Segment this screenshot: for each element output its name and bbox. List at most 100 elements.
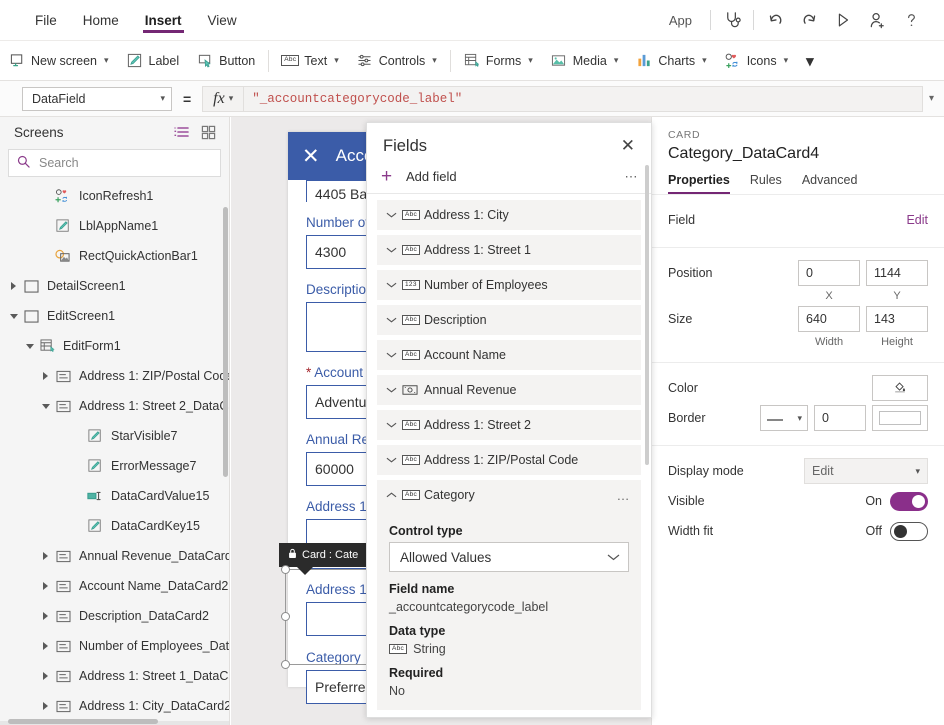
tree-node[interactable]: Address 1: Street 2_DataCar [0,391,229,421]
menu-item-home[interactable]: Home [70,0,132,41]
visible-toggle[interactable] [890,492,928,511]
ribbon-overflow-button[interactable]: ▾ [797,46,823,76]
label-button[interactable]: Label [118,46,189,76]
help-icon[interactable] [894,3,928,37]
field-list-item[interactable]: AbcAccount Name [377,340,641,370]
chevron-right-icon[interactable] [38,672,53,680]
chevron-down-icon[interactable] [386,456,402,464]
tree-horizontal-scrollbar[interactable] [8,719,158,724]
tree-node[interactable]: StarVisible7 [0,421,229,451]
thumbnail-view-icon[interactable] [197,121,219,143]
chevron-down-icon[interactable] [22,344,37,349]
formula-expand-icon[interactable]: ▾ [923,93,944,104]
chevron-down-icon[interactable] [386,421,402,429]
tree-node[interactable]: DetailScreen1 [0,271,229,301]
border-color-button[interactable] [872,405,928,431]
app-menu-button[interactable]: App [655,13,706,28]
field-list-item[interactable]: AbcAddress 1: Street 1 [377,235,641,265]
fields-panel-scrollbar[interactable] [645,165,649,465]
chevron-right-icon[interactable] [38,582,53,590]
stethoscope-icon[interactable] [715,3,749,37]
resize-handle-top-left[interactable] [281,565,290,574]
tree-node[interactable]: Address 1: ZIP/Postal Code_ [0,361,229,391]
tree-node[interactable]: Address 1: City_DataCard2 [0,691,229,721]
tree-node[interactable]: Account Name_DataCard2 [0,571,229,601]
close-icon[interactable]: ✕ [617,136,639,156]
new-screen-button[interactable]: New screen ▾ [0,46,118,76]
chevron-down-icon[interactable] [386,246,402,254]
size-width-input[interactable]: 640 [798,306,860,332]
field-list-item[interactable]: AbcAddress 1: Street 2 [377,410,641,440]
menu-item-view[interactable]: View [195,0,250,41]
color-picker-button[interactable] [872,375,928,401]
tree-node[interactable]: LblAppName1 [0,211,229,241]
tree-node[interactable]: EditScreen1 [0,301,229,331]
chevron-down-icon[interactable] [386,281,402,289]
field-list-item[interactable]: AbcDescription [377,305,641,335]
controls-button[interactable]: Controls ▾ [348,46,446,76]
field-list-item[interactable]: AbcCategory… [377,480,641,510]
tree-node[interactable]: ErrorMessage7 [0,451,229,481]
formula-input[interactable]: "_accountcategorycode_label" [244,86,923,112]
tree-node[interactable]: EditForm1 [0,331,229,361]
menu-item-insert[interactable]: Insert [132,0,195,41]
size-height-input[interactable]: 143 [866,306,928,332]
search-box[interactable] [8,149,221,177]
menu-item-file[interactable]: File [22,0,70,41]
tree-node[interactable]: Annual Revenue_DataCard2 [0,541,229,571]
tree-node[interactable]: Address 1: Street 1_DataCar [0,661,229,691]
chevron-down-icon[interactable] [386,316,402,324]
chevron-down-icon[interactable] [6,314,21,319]
tree-node[interactable]: Description_DataCard2 [0,601,229,631]
chevron-down-icon[interactable] [386,351,402,359]
tree-node[interactable]: DataCardValue15 [0,481,229,511]
tree-vertical-scrollbar[interactable] [223,207,228,477]
width-fit-toggle[interactable] [890,522,928,541]
undo-icon[interactable] [758,3,792,37]
position-y-input[interactable]: 1144 [866,260,928,286]
field-list-item[interactable]: Annual Revenue [377,375,641,405]
border-style-select[interactable]: ▾ [760,405,808,431]
play-icon[interactable] [826,3,860,37]
chevron-right-icon[interactable] [38,372,53,380]
tree-node[interactable]: IconRefresh1 [0,181,229,211]
text-button[interactable]: Abc Text ▾ [273,46,347,76]
control-type-select[interactable]: Allowed Values [389,542,629,572]
chevron-down-icon[interactable] [386,211,402,219]
chevron-down-icon[interactable] [38,404,53,409]
tree-view-icon[interactable] [170,121,192,143]
resize-handle-bottom-left[interactable] [281,660,290,669]
redo-icon[interactable] [792,3,826,37]
button-button[interactable]: Button [188,46,264,76]
display-mode-select[interactable]: Edit ▾ [804,458,928,484]
tree-node[interactable]: DataCardKey15 [0,511,229,541]
forms-button[interactable]: Forms ▾ [455,46,542,76]
chevron-right-icon[interactable] [38,552,53,560]
field-list-item[interactable]: 123Number of Employees [377,270,641,300]
chevron-right-icon[interactable] [6,282,21,290]
chevron-up-icon[interactable] [386,491,402,499]
add-field-button[interactable]: + Add field ⋯ [367,160,651,194]
fx-button[interactable]: fx ▾ [202,86,244,112]
tree-node[interactable]: Number of Employees_Data [0,631,229,661]
property-selector[interactable]: DataField ▾ [22,87,172,111]
tab-properties[interactable]: Properties [668,173,730,194]
fields-overflow-icon[interactable]: ⋯ [625,169,640,185]
field-item-overflow-icon[interactable]: … [617,488,632,503]
chevron-right-icon[interactable] [38,612,53,620]
field-list-item[interactable]: AbcAddress 1: City [377,200,641,230]
charts-button[interactable]: Charts ▾ [627,46,715,76]
position-x-input[interactable]: 0 [798,260,860,286]
field-list-item[interactable]: AbcAddress 1: ZIP/Postal Code [377,445,641,475]
share-user-icon[interactable] [860,3,894,37]
chevron-right-icon[interactable] [38,642,53,650]
close-icon[interactable]: ✕ [302,146,320,167]
edit-field-link[interactable]: Edit [906,213,928,227]
tab-rules[interactable]: Rules [750,173,782,194]
resize-handle-middle-left[interactable] [281,612,290,621]
chevron-right-icon[interactable] [38,702,53,710]
tree-node[interactable]: RectQuickActionBar1 [0,241,229,271]
icons-button[interactable]: Icons ▾ [716,46,797,76]
chevron-down-icon[interactable] [386,386,402,394]
tab-advanced[interactable]: Advanced [802,173,858,194]
